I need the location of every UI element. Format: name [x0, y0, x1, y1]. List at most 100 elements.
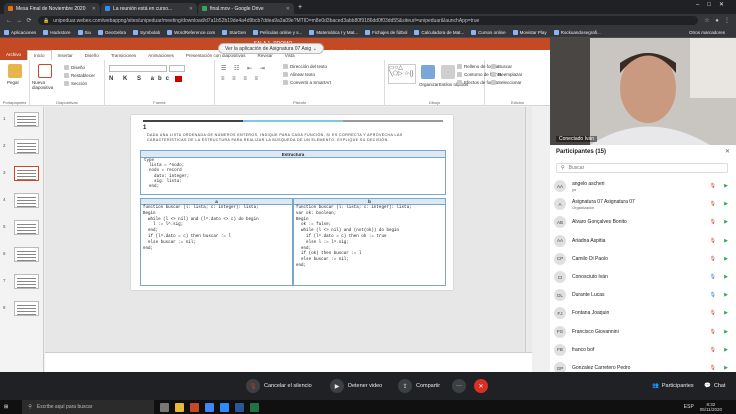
menu-icon[interactable]: ⋮: [722, 17, 732, 24]
bookmark-item[interactable]: StarGen: [222, 29, 246, 35]
organize-button[interactable]: Organizar: [419, 82, 439, 87]
new-tab-button[interactable]: +: [298, 4, 302, 11]
participant-row[interactable]: A Asignatura 07 Asignatura 07 Organizador 🎙…: [554, 196, 732, 212]
bookmark-item[interactable]: Fichajes de fútbol: [365, 29, 407, 35]
slide-thumbnail[interactable]: [14, 193, 39, 208]
browser-tab-2[interactable]: La reunión está en curso... ✕: [101, 3, 197, 14]
bookmark-item[interactable]: Rockuandosegrafi...: [553, 29, 601, 35]
stop-video-button[interactable]: ▶ Detener video: [330, 376, 382, 396]
slide-thumbnail[interactable]: [14, 301, 39, 316]
chat-tab-button[interactable]: 💬 Chat: [704, 376, 725, 396]
select-button[interactable]: Seleccionar: [491, 80, 522, 85]
leave-meeting-button[interactable]: ✕: [474, 376, 492, 396]
font-size-box[interactable]: [169, 65, 185, 72]
bookmark-item[interactable]: Symbolab: [133, 29, 160, 35]
slide-thumbnail[interactable]: [14, 139, 39, 154]
share-button[interactable]: ⇪ Compartir: [398, 376, 440, 396]
close-tab-icon[interactable]: ✕: [189, 6, 193, 12]
unmute-button[interactable]: 🎙 Cancelar el silencio: [246, 376, 312, 396]
star-icon[interactable]: ☆: [702, 17, 712, 24]
ribbon-tab[interactable]: Archivo: [0, 50, 28, 60]
participant-row[interactable]: DL Durante Lucas 🎙 ▶: [554, 287, 732, 303]
text-direction-button[interactable]: Dirección del texto: [283, 64, 327, 69]
webex-icon[interactable]: [220, 402, 230, 412]
bookmark-item[interactable]: Matemática I y Mat...: [309, 29, 358, 35]
section-button[interactable]: Sección: [64, 81, 87, 86]
close-tab-icon[interactable]: ✕: [92, 6, 96, 12]
bookmark-item[interactable]: Hackstore: [43, 29, 71, 35]
bookmark-item[interactable]: WordReference.com: [167, 29, 215, 35]
taskbar-search[interactable]: ⚲ Escribe aquí para buscar: [22, 400, 155, 414]
slide-thumbnail[interactable]: [14, 220, 39, 235]
windows-start-icon[interactable]: ⊞: [4, 404, 8, 410]
vertical-scrollbar[interactable]: [525, 107, 532, 392]
bookmark-item[interactable]: Siu: [77, 29, 91, 35]
bookmark-item[interactable]: GeoGebra: [98, 29, 126, 35]
other-bookmarks[interactable]: Otros marcadores: [689, 30, 725, 35]
bookmark-item[interactable]: Cursos online: [471, 29, 506, 35]
search-input[interactable]: [568, 165, 709, 171]
new-slide-button[interactable]: Nueva diapositiva: [32, 80, 62, 90]
file-explorer-icon[interactable]: [175, 402, 185, 412]
bookmark-item[interactable]: Calculadora de Mat...: [414, 29, 464, 35]
quick-styles-icon[interactable]: [441, 65, 455, 79]
layout-button[interactable]: Diseño: [64, 65, 85, 70]
font-format-buttons[interactable]: N K S abc: [109, 76, 173, 82]
word-icon[interactable]: [235, 402, 245, 412]
slide-thumbnail[interactable]: [14, 247, 39, 262]
close-panel-icon[interactable]: ✕: [725, 148, 730, 155]
font-name-box[interactable]: [109, 65, 167, 72]
smartart-button[interactable]: Convertir a SmartArt: [283, 80, 331, 85]
participant-row[interactable]: AA angelo ascheri yo 🎙 ▶: [554, 178, 732, 194]
chrome-icon[interactable]: [205, 402, 215, 412]
shared-app-pill[interactable]: Ver la aplicación de Asignatura 07 Asig …: [218, 43, 324, 54]
browser-tab-1[interactable]: Mesa Final de Noviembre 2020 ✕: [4, 3, 100, 14]
font-color-icon[interactable]: [175, 76, 182, 82]
participant-row[interactable]: FG Francisco Giovannini 🎙 ▶: [554, 324, 732, 340]
list-buttons[interactable]: ☰ ☷ ⇤ ⇥: [221, 65, 268, 72]
organize-icon[interactable]: [421, 65, 435, 79]
new-slide-icon[interactable]: [38, 64, 52, 78]
paste-button[interactable]: Pegar: [7, 80, 19, 85]
ribbon-tab[interactable]: Animaciones: [142, 53, 180, 58]
participant-row[interactable]: CI Conosciuto Iván 🎙 ▶: [554, 269, 732, 285]
ribbon-tab[interactable]: Insertar: [52, 53, 79, 58]
window-controls[interactable]: –□✕: [696, 1, 732, 8]
participant-row[interactable]: FB franco bof 🎙 ▶: [554, 342, 732, 358]
bookmark-item[interactable]: Aplicaciones: [4, 29, 36, 35]
profile-icon[interactable]: ●: [712, 18, 722, 24]
slide-thumbnail[interactable]: [14, 274, 39, 289]
participant-row[interactable]: AB Alvaro Gonçalves Bonito 🎙 ▶: [554, 214, 732, 230]
bookmark-item[interactable]: Movistar Play: [512, 29, 547, 35]
more-options-button[interactable]: ···: [452, 376, 470, 396]
back-icon[interactable]: ←: [4, 18, 14, 24]
excel-icon[interactable]: [250, 402, 260, 412]
powerpoint-icon[interactable]: [190, 402, 200, 412]
find-button[interactable]: Buscar: [491, 64, 512, 69]
close-tab-icon[interactable]: ✕: [286, 6, 290, 12]
ribbon-tab[interactable]: Inicio: [27, 50, 52, 60]
participants-tab-button[interactable]: 👥 Participantes: [652, 376, 694, 396]
slide-thumbnail[interactable]: [14, 112, 39, 127]
language-indicator[interactable]: ESP: [684, 404, 694, 410]
ribbon-tab[interactable]: Transiciones: [105, 53, 142, 58]
participant-row[interactable]: FJ Fontana Joaquin 🎙 ▶: [554, 305, 732, 321]
task-view-icon[interactable]: [160, 402, 170, 412]
clock[interactable]: 8:32 05/11/2020: [700, 402, 722, 413]
url-field[interactable]: 🔒 unipeduar.webex.com/webappng/sites/unip…: [38, 16, 698, 25]
participant-row[interactable]: AA Ariadna Aspitia 🎙 ▶: [554, 233, 732, 249]
browser-tab-3[interactable]: final.mov - Google Drive ✕: [198, 3, 294, 14]
ribbon-tab[interactable]: Diseño: [79, 53, 105, 58]
search-box[interactable]: ⚲: [556, 163, 728, 173]
replace-button[interactable]: Reemplazar: [491, 72, 522, 77]
paste-icon[interactable]: [8, 64, 22, 78]
align-text-button[interactable]: Alinear texto: [283, 72, 315, 77]
reload-icon[interactable]: ⟳: [24, 17, 34, 24]
forward-icon[interactable]: →: [14, 18, 24, 24]
slide-thumbnail[interactable]: [14, 166, 39, 181]
align-buttons[interactable]: ≡ ≡ ≡ ≡: [221, 76, 261, 82]
shapes-gallery[interactable]: ▭○△ ╲⬠▷ ☆{}: [388, 64, 416, 84]
participant-row[interactable]: CP Camilo Di Paolo 🎙 ▶: [554, 251, 732, 267]
bookmark-item[interactable]: Películas online y s...: [253, 29, 302, 35]
reset-button[interactable]: Restablecer: [64, 73, 95, 78]
